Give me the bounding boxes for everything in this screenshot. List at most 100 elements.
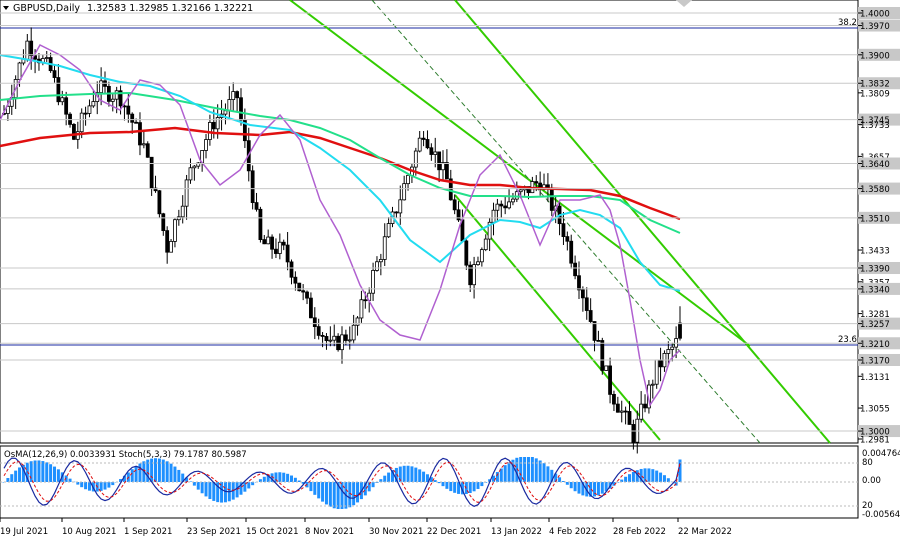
candle-body [503, 205, 508, 209]
time-tick-label: 28 Feb 2022 [613, 527, 666, 537]
osma-bar [37, 460, 41, 482]
osma-bar [666, 478, 670, 482]
osma-bar [278, 472, 282, 482]
candle-body [518, 189, 523, 193]
candle-body [79, 112, 84, 133]
osma-bar [519, 457, 523, 482]
candle-body [549, 187, 554, 211]
candle-body [235, 91, 240, 99]
osma-bar [569, 482, 573, 489]
candle-body [305, 291, 309, 299]
candle-body [44, 57, 49, 59]
osma-bar [165, 461, 169, 482]
osma-bar [134, 466, 138, 482]
candle-body [577, 275, 581, 291]
main-pane[interactable] [0, 0, 859, 444]
osma-bar [383, 475, 387, 482]
candle-body [654, 359, 659, 385]
candle-body [173, 219, 177, 242]
candle-body [262, 239, 267, 245]
candle-body [402, 183, 407, 201]
osma-bar [453, 482, 457, 493]
candle-body [584, 297, 589, 311]
candle-body [483, 238, 488, 251]
candle-body [417, 137, 422, 152]
candle-body [394, 211, 399, 214]
osma-bar [41, 461, 45, 482]
candle-body [204, 139, 208, 151]
candle-body [316, 326, 321, 336]
candle-body [64, 97, 69, 115]
candle-body [258, 208, 263, 241]
candle-body [347, 339, 352, 342]
osma-bar [387, 472, 391, 482]
osma-bar [352, 482, 356, 506]
candle-body [114, 90, 119, 100]
osma-bar [624, 476, 628, 482]
price-tick-label: 1.3733 [860, 121, 890, 131]
osma-bar [449, 482, 453, 492]
price-tick-label: 1.3970 [860, 22, 890, 32]
osma-bar [476, 482, 480, 489]
candle-body [157, 190, 162, 215]
candle-body [110, 98, 115, 102]
time-tick-label: 22 Dec 2021 [427, 527, 481, 537]
osma-bar [503, 465, 507, 482]
time-tick-label: 19 Jul 2021 [0, 527, 48, 537]
price-chart[interactable]: 38.2 23.6 1.40001.39701.39001.38321.3809… [0, 0, 900, 540]
candle-body [285, 244, 290, 263]
price-tick-label: 1.3131 [860, 373, 890, 383]
osma-bar [538, 460, 542, 482]
time-tick-label: 13 Jan 2022 [491, 527, 542, 537]
osma-bar [29, 461, 33, 482]
indicator-tick-label: 0.00 [862, 476, 881, 486]
candle-body [604, 365, 609, 371]
osma-bar [422, 471, 426, 482]
candle-body [301, 290, 306, 293]
osma-bar [196, 482, 200, 490]
price-tick-label: 1.3390 [860, 265, 890, 275]
price-tick-label: 1.3900 [860, 51, 890, 61]
candle-body [56, 77, 61, 103]
time-tick-label: 22 Mar 2022 [678, 527, 732, 537]
candle-body [25, 40, 30, 60]
candle-body [297, 282, 302, 292]
osma-bar [596, 482, 600, 496]
candle-body [340, 334, 344, 351]
candle-body [615, 403, 620, 413]
candle-body [60, 97, 65, 103]
osma-bar [418, 469, 422, 482]
candle-body [332, 335, 337, 341]
candle-body [452, 199, 457, 211]
candle-body [619, 410, 624, 413]
time-tick-label: 23 Sep 2021 [187, 527, 241, 537]
candle-body [592, 321, 597, 341]
osma-bar [173, 466, 177, 482]
candle-body [600, 340, 605, 371]
candle-body [464, 240, 469, 266]
candle-body [444, 162, 449, 180]
candle-body [386, 223, 391, 238]
osma-bar [651, 469, 655, 482]
osma-bar [523, 457, 527, 482]
candle-body [658, 359, 663, 368]
candle-body [565, 236, 570, 242]
candle-body [141, 143, 146, 146]
osma-bar [157, 458, 161, 482]
osma-bar [247, 482, 251, 489]
indicator-label: OsMA(12,26,9) 0.0033931 Stoch(5,3,3) 79.… [4, 450, 247, 460]
osma-bar [472, 482, 476, 492]
osma-bar [14, 470, 18, 482]
osma-bar [6, 478, 10, 482]
candle-body [165, 230, 170, 253]
osma-bar [49, 464, 53, 482]
price-tick-label: 1.3809 [860, 89, 890, 99]
candle-body [507, 201, 511, 209]
time-tick-label: 4 Feb 2022 [549, 527, 597, 537]
osma-bar [262, 476, 266, 482]
price-tick-label: 1.3640 [860, 160, 890, 170]
osma-bar [154, 458, 158, 482]
osma-bar [371, 482, 375, 488]
candle-body [678, 322, 682, 339]
candle-body [281, 241, 286, 246]
